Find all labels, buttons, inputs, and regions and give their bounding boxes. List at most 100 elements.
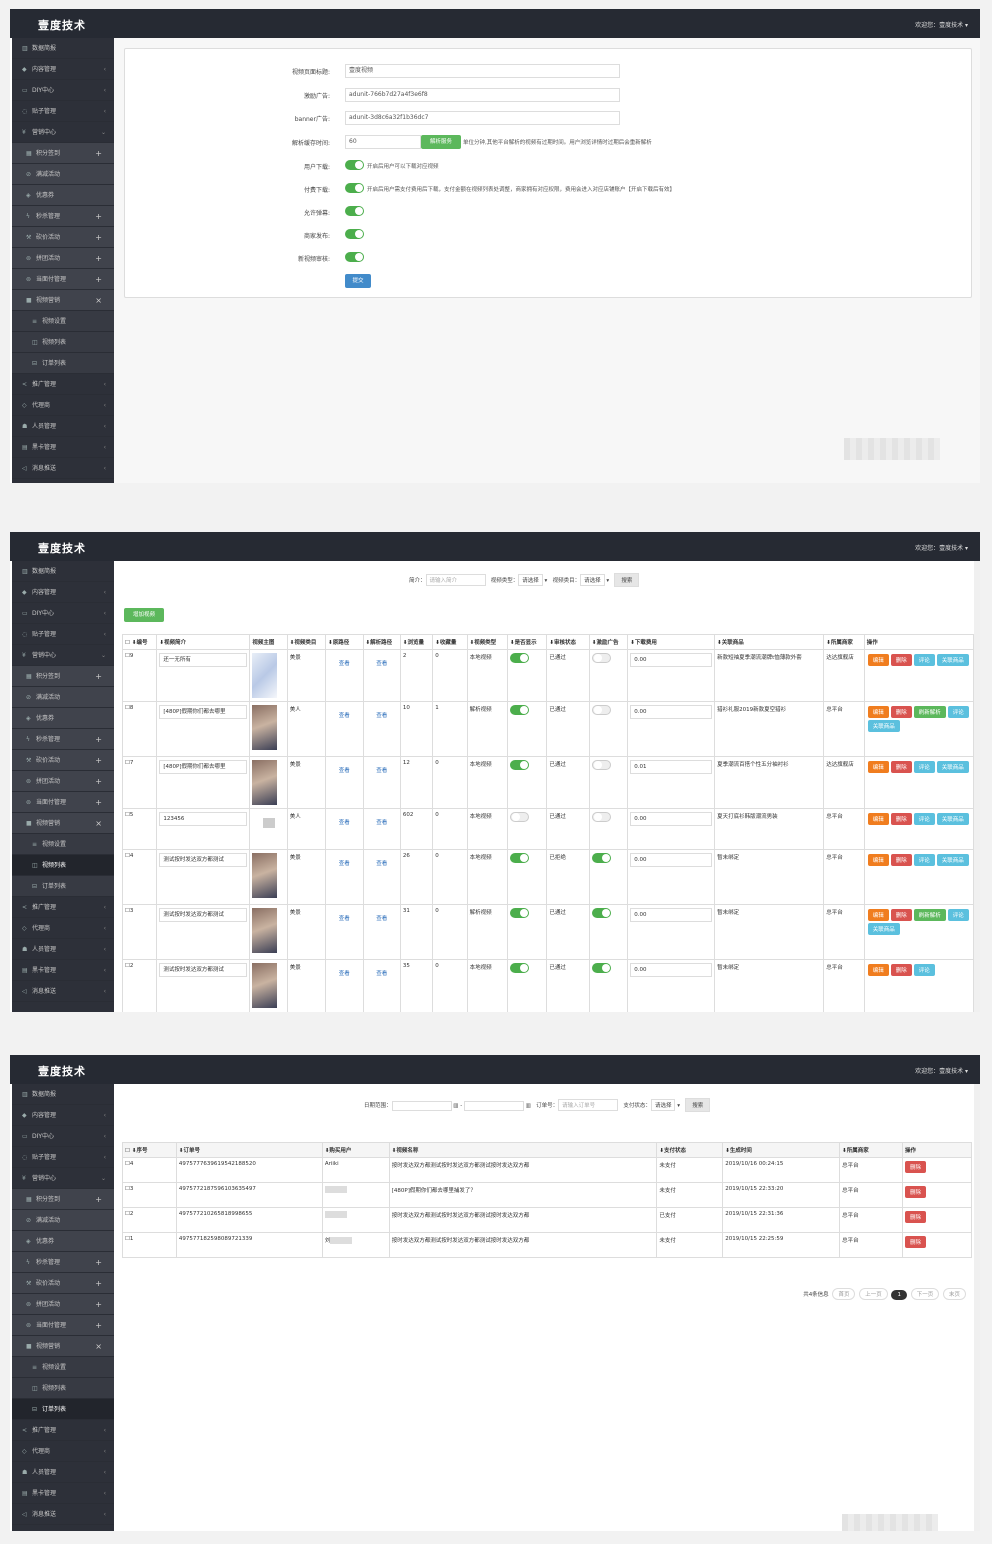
- op-button-x[interactable]: 删除: [890, 813, 912, 825]
- row-id[interactable]: ☐2: [121, 959, 158, 1012]
- column-header[interactable]: ⬇购买用户: [321, 1142, 390, 1158]
- sidebar-item-top-1[interactable]: ◆ 内容管理 ‹: [12, 1105, 114, 1126]
- sidebar-item-marketing-3[interactable]: ϟ 秒杀管理 +: [12, 1252, 114, 1273]
- fee-input[interactable]: 0.00: [630, 908, 713, 922]
- column-header[interactable]: ⬇所属商家: [839, 1142, 904, 1158]
- type-select[interactable]: 请选择: [518, 574, 543, 586]
- sidebar-item-marketing-2[interactable]: ◈ 优惠券: [12, 185, 114, 206]
- column-header[interactable]: ⬇收藏量: [432, 634, 468, 650]
- column-header[interactable]: ⬇激励广告: [588, 634, 629, 650]
- sidebar-item-top-0[interactable]: ▥ 数据简报: [12, 561, 114, 582]
- column-header[interactable]: ⬇支付状态: [656, 1142, 724, 1158]
- intro-input[interactable]: [480P]假期你们都去哪里: [159, 760, 248, 774]
- date-start-input[interactable]: [391, 1101, 452, 1111]
- op-button-x[interactable]: 关联商品: [936, 654, 969, 666]
- sidebar-item-bottom-1[interactable]: ◇ 代理商 ‹: [12, 395, 114, 416]
- op-button-x[interactable]: 删除: [890, 854, 912, 866]
- op-button-x[interactable]: 关联商品: [936, 813, 969, 825]
- row-id[interactable]: ☐8: [121, 701, 158, 757]
- op-button-x[interactable]: 删除: [890, 761, 912, 773]
- sidebar-item-marketing-3[interactable]: ϟ 秒杀管理 +: [12, 206, 114, 227]
- sidebar-item-marketing-4[interactable]: ⚒ 砍价活动 +: [12, 1273, 114, 1294]
- op-button-x[interactable]: 关联商品: [867, 923, 900, 935]
- cache-time-input[interactable]: 60: [345, 135, 421, 149]
- op-button-x[interactable]: 编辑: [867, 654, 889, 666]
- column-header[interactable]: ☐ ⬇编号: [121, 634, 158, 650]
- row-id[interactable]: ☐3: [121, 904, 158, 960]
- next-page-button[interactable]: 下一页: [910, 1288, 940, 1300]
- show-toggle[interactable]: [510, 963, 529, 973]
- sidebar-item-video-1[interactable]: ◫ 视频列表: [12, 1378, 114, 1399]
- column-header[interactable]: ⬇视频简介: [156, 634, 251, 650]
- sidebar-item-marketing-7[interactable]: ■ 视频营销 ×: [12, 290, 114, 311]
- op-button-x[interactable]: 编辑: [867, 706, 889, 718]
- sidebar-item-marketing-1[interactable]: ⊘ 满减活动: [12, 687, 114, 708]
- column-header[interactable]: ⬇生成时间: [722, 1142, 841, 1158]
- reward-ad-toggle[interactable]: [591, 963, 611, 973]
- column-header[interactable]: ⬇是否显示: [506, 634, 548, 650]
- current-page[interactable]: 1: [891, 1290, 907, 1300]
- row-id[interactable]: ☐4: [122, 1157, 177, 1183]
- scrollbar[interactable]: [974, 1084, 980, 1531]
- column-header[interactable]: ⬇浏览量: [399, 634, 434, 650]
- user-menu[interactable]: 欢迎您：壹度技术 ▾: [915, 20, 968, 29]
- category-select[interactable]: 请选择: [580, 574, 605, 586]
- reward-ad-input[interactable]: adunit-766b7d27a4f3e6f8: [345, 88, 620, 102]
- sidebar-item-top-2[interactable]: ▭ DIY中心 ‹: [12, 603, 114, 624]
- intro-input[interactable]: 测试按时发达双方都测试: [159, 963, 248, 977]
- op-button-x[interactable]: 删除: [890, 964, 912, 976]
- add-video-button[interactable]: 增加视频: [124, 608, 164, 622]
- delete-button[interactable]: 删除: [905, 1186, 927, 1198]
- sidebar-item-bottom-0[interactable]: < 推广管理 ‹: [12, 374, 114, 395]
- sidebar-item-marketing-1[interactable]: ⊘ 满减活动: [12, 164, 114, 185]
- column-header[interactable]: ⬇视频类目: [286, 634, 327, 650]
- column-header[interactable]: ⬇解析路径: [362, 634, 401, 650]
- fee-input[interactable]: 0.00: [630, 812, 713, 826]
- fee-input[interactable]: 0.00: [630, 963, 713, 977]
- view-parse-link[interactable]: 查看: [376, 661, 387, 667]
- op-button-x[interactable]: 评论: [947, 706, 969, 718]
- reward-ad-toggle[interactable]: [591, 908, 611, 918]
- op-button-x[interactable]: 关联商品: [936, 761, 969, 773]
- column-header[interactable]: ⬇订单号: [175, 1142, 323, 1158]
- sidebar-item-marketing-2[interactable]: ◈ 优惠券: [12, 708, 114, 729]
- intro-search-input[interactable]: 请输入简介: [425, 574, 486, 586]
- banner-ad-input[interactable]: adunit-3d8c6a32f1b36dc7: [345, 111, 620, 125]
- sidebar-item-bottom-1[interactable]: ◇ 代理商 ‹: [12, 918, 114, 939]
- op-button-x[interactable]: 评论: [913, 654, 935, 666]
- sidebar-item-bottom-2[interactable]: ☗ 人员管理 ‹: [12, 939, 114, 960]
- sidebar-item-top-1[interactable]: ◆ 内容管理 ‹: [12, 582, 114, 603]
- op-button-x[interactable]: 评论: [913, 854, 935, 866]
- view-parse-link[interactable]: 查看: [376, 916, 387, 922]
- view-source-link[interactable]: 查看: [339, 713, 350, 719]
- op-button-x[interactable]: 编辑: [867, 964, 889, 976]
- column-header[interactable]: ⬇原路径: [325, 634, 364, 650]
- title-input[interactable]: 壹度视频: [345, 64, 620, 78]
- intro-input[interactable]: 测试按时发达双方都测试: [159, 853, 248, 867]
- column-header[interactable]: ⬇视频类型: [466, 634, 509, 650]
- sidebar-item-top-3[interactable]: ◌ 贴子管理 ‹: [12, 1147, 114, 1168]
- delete-button[interactable]: 删除: [905, 1161, 927, 1173]
- sidebar-item-video-2[interactable]: ⊟ 订单列表: [12, 353, 114, 374]
- sidebar-item-bottom-4[interactable]: ◁ 消息推送 ‹: [12, 458, 114, 479]
- order-no-input[interactable]: 请输入订单号: [558, 1099, 619, 1111]
- view-source-link[interactable]: 查看: [339, 916, 350, 922]
- sidebar-item-bottom-0[interactable]: < 推广管理 ‹: [12, 1420, 114, 1441]
- sidebar-item-top-3[interactable]: ◌ 贴子管理 ‹: [12, 624, 114, 645]
- sidebar-item-video-1[interactable]: ◫ 视频列表: [12, 332, 114, 353]
- reward-ad-toggle[interactable]: [591, 705, 611, 715]
- sidebar-item-video-0[interactable]: ≡ 视频设置: [12, 311, 114, 332]
- fee-input[interactable]: 0.01: [630, 760, 713, 774]
- sidebar-item-marketing-5[interactable]: ⊚ 拼团活动 +: [12, 248, 114, 269]
- column-header[interactable]: ⬇所属商家: [823, 634, 865, 650]
- column-header[interactable]: 视频主图: [249, 634, 288, 650]
- sidebar-item-top-0[interactable]: ▥ 数据简报: [12, 1084, 114, 1105]
- merchant-publish-toggle[interactable]: [345, 229, 364, 239]
- column-header[interactable]: ⬇下载费用: [627, 634, 716, 650]
- row-id[interactable]: ☐1: [122, 1232, 177, 1258]
- sidebar-item-top-4[interactable]: ¥ 营销中心 ⌄: [12, 1168, 114, 1189]
- submit-button[interactable]: 提交: [345, 274, 371, 288]
- sidebar-item-marketing-0[interactable]: ▦ 积分签到 +: [12, 143, 114, 164]
- sidebar-item-marketing-0[interactable]: ▦ 积分签到 +: [12, 1189, 114, 1210]
- last-page-button[interactable]: 末页: [942, 1288, 966, 1300]
